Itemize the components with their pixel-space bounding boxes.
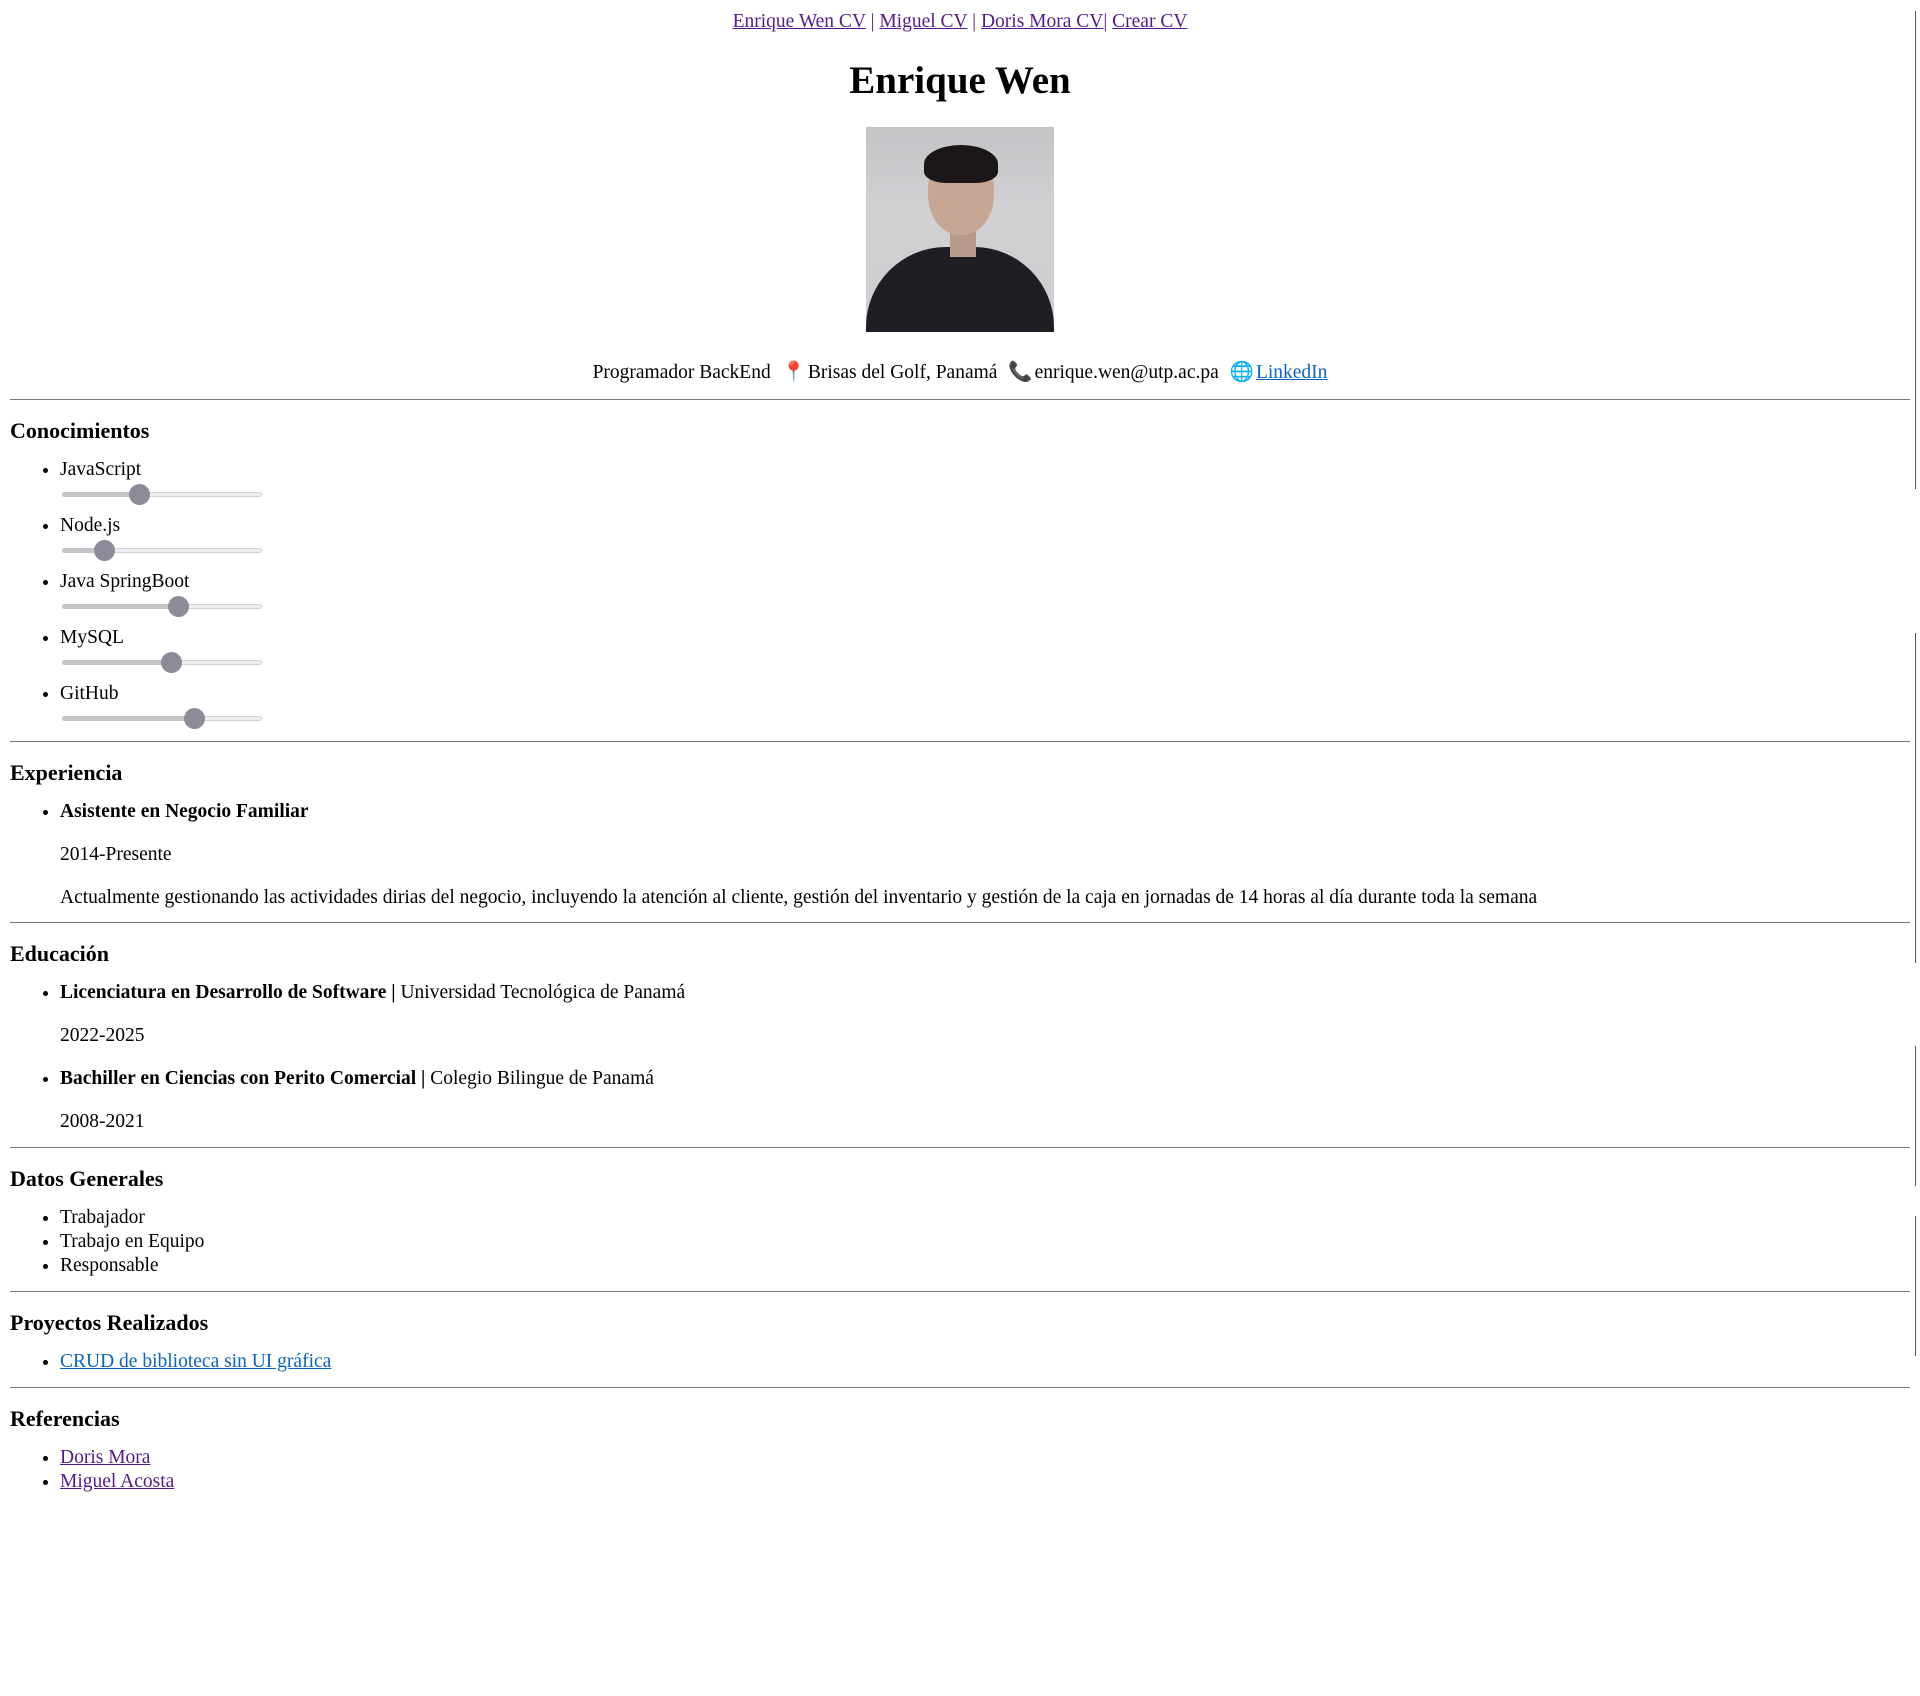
skill-label: Node.js bbox=[60, 515, 121, 536]
skill-level-slider[interactable] bbox=[62, 652, 262, 673]
divider bbox=[10, 399, 1910, 400]
divider bbox=[10, 741, 1910, 742]
references-heading: Referencias bbox=[10, 1406, 120, 1431]
location-text: Brisas del Golf, Panamá bbox=[807, 362, 998, 383]
nav-separator: | bbox=[1103, 11, 1113, 32]
skill-label: MySQL bbox=[60, 627, 124, 648]
skill-item: Java SpringBoot bbox=[60, 570, 1910, 617]
top-navigation: Enrique Wen CV | Miguel CV | Doris Mora … bbox=[10, 11, 1910, 33]
cv-name-heading: Enrique Wen bbox=[849, 59, 1071, 102]
education-list: Licenciatura en Desarrollo de Software |… bbox=[10, 981, 1910, 1134]
experience-heading: Experiencia bbox=[10, 760, 123, 785]
education-degree: Licenciatura en Desarrollo de Software | bbox=[60, 982, 396, 1003]
slider-thumb[interactable] bbox=[94, 540, 116, 561]
education-school: Universidad Tecnológica de Panamá bbox=[400, 982, 686, 1003]
divider bbox=[10, 922, 1910, 923]
skill-label: JavaScript bbox=[60, 459, 142, 480]
education-item: Bachiller en Ciencias con Perito Comerci… bbox=[60, 1067, 1910, 1134]
profile-photo-container bbox=[10, 127, 1910, 332]
slider-thumb[interactable] bbox=[184, 708, 206, 729]
email-text: enrique.wen@utp.ac.pa bbox=[1034, 362, 1219, 383]
skill-item: Node.js bbox=[60, 514, 1910, 561]
profile-photo bbox=[866, 127, 1054, 332]
skill-level-slider[interactable] bbox=[62, 596, 262, 617]
divider bbox=[10, 1147, 1910, 1148]
slider-fill bbox=[62, 716, 195, 721]
education-degree: Bachiller en Ciencias con Perito Comerci… bbox=[60, 1068, 426, 1089]
general-item: Trabajo en Equipo bbox=[60, 1230, 1910, 1254]
divider bbox=[10, 1387, 1910, 1388]
skill-item: MySQL bbox=[60, 626, 1910, 673]
education-period: 2022-2025 bbox=[60, 1025, 145, 1046]
nav-link-crear-cv[interactable]: Crear CV bbox=[1112, 11, 1187, 32]
reference-link-miguel-acosta[interactable]: Miguel Acosta bbox=[60, 1471, 174, 1492]
projects-heading: Proyectos Realizados bbox=[10, 1310, 209, 1335]
contact-line: Programador BackEnd 📍 Brisas del Golf, Pa… bbox=[10, 361, 1910, 385]
linkedin-link[interactable]: LinkedIn bbox=[1256, 362, 1327, 383]
experience-item: Asistente en Negocio Familiar 2014-Prese… bbox=[60, 800, 1910, 910]
skills-list: JavaScript Node.js Java SpringBoot MySQL Git… bbox=[10, 458, 1910, 729]
pushpin-icon: 📍 bbox=[781, 362, 806, 383]
skill-label: Java SpringBoot bbox=[60, 571, 190, 592]
skill-level-slider[interactable] bbox=[62, 708, 262, 729]
education-heading: Educación bbox=[10, 941, 110, 966]
experience-list: Asistente en Negocio Familiar 2014-Prese… bbox=[10, 800, 1910, 910]
reference-item: Doris Mora bbox=[60, 1446, 1910, 1470]
experience-role: Asistente en Negocio Familiar bbox=[60, 801, 309, 822]
general-item: Trabajador bbox=[60, 1206, 1910, 1230]
general-list: Trabajador Trabajo en Equipo Responsable bbox=[10, 1206, 1910, 1278]
reference-link-doris-mora[interactable]: Doris Mora bbox=[60, 1447, 150, 1468]
slider-fill bbox=[62, 604, 179, 609]
references-list: Doris Mora Miguel Acosta bbox=[10, 1446, 1910, 1494]
education-period: 2008-2021 bbox=[60, 1111, 145, 1132]
slider-thumb[interactable] bbox=[168, 596, 190, 617]
education-school: Colegio Bilingue de Panamá bbox=[430, 1068, 654, 1089]
globe-icon: 🌐 bbox=[1229, 362, 1254, 383]
nav-link-miguel-cv[interactable]: Miguel CV bbox=[879, 11, 967, 32]
skill-label: GitHub bbox=[60, 683, 119, 704]
education-item: Licenciatura en Desarrollo de Software |… bbox=[60, 981, 1910, 1048]
nav-separator: | bbox=[967, 11, 981, 32]
telephone-icon: 📞 bbox=[1008, 362, 1033, 383]
skill-item: GitHub bbox=[60, 682, 1910, 729]
slider-thumb[interactable] bbox=[161, 652, 182, 673]
slider-fill bbox=[62, 492, 139, 497]
project-link[interactable]: CRUD de biblioteca sin UI gráfica bbox=[60, 1351, 331, 1372]
general-item: Responsable bbox=[60, 1254, 1910, 1278]
scrollbar-edge[interactable] bbox=[1915, 11, 1918, 1696]
slider-fill bbox=[62, 660, 171, 665]
reference-item: Miguel Acosta bbox=[60, 1470, 1910, 1494]
general-heading: Datos Generales bbox=[10, 1166, 164, 1191]
role-text: Programador BackEnd bbox=[592, 362, 771, 383]
photo-hair bbox=[924, 145, 998, 183]
skill-level-slider[interactable] bbox=[62, 540, 262, 561]
divider bbox=[10, 1291, 1910, 1292]
nav-link-doris-mora-cv[interactable]: Doris Mora CV bbox=[981, 11, 1103, 32]
experience-period: 2014-Presente bbox=[60, 844, 172, 865]
skills-heading: Conocimientos bbox=[10, 418, 150, 443]
skill-item: JavaScript bbox=[60, 458, 1910, 505]
photo-shirt bbox=[866, 247, 1054, 332]
experience-description: Actualmente gestionando las actividades … bbox=[60, 887, 1538, 908]
skill-level-slider[interactable] bbox=[62, 484, 262, 505]
nav-separator: | bbox=[865, 11, 880, 32]
slider-thumb[interactable] bbox=[128, 484, 150, 505]
nav-link-enrique-wen-cv[interactable]: Enrique Wen CV bbox=[733, 11, 866, 32]
projects-list: CRUD de biblioteca sin UI gráfica bbox=[10, 1350, 1910, 1374]
project-item: CRUD de biblioteca sin UI gráfica bbox=[60, 1350, 1910, 1374]
